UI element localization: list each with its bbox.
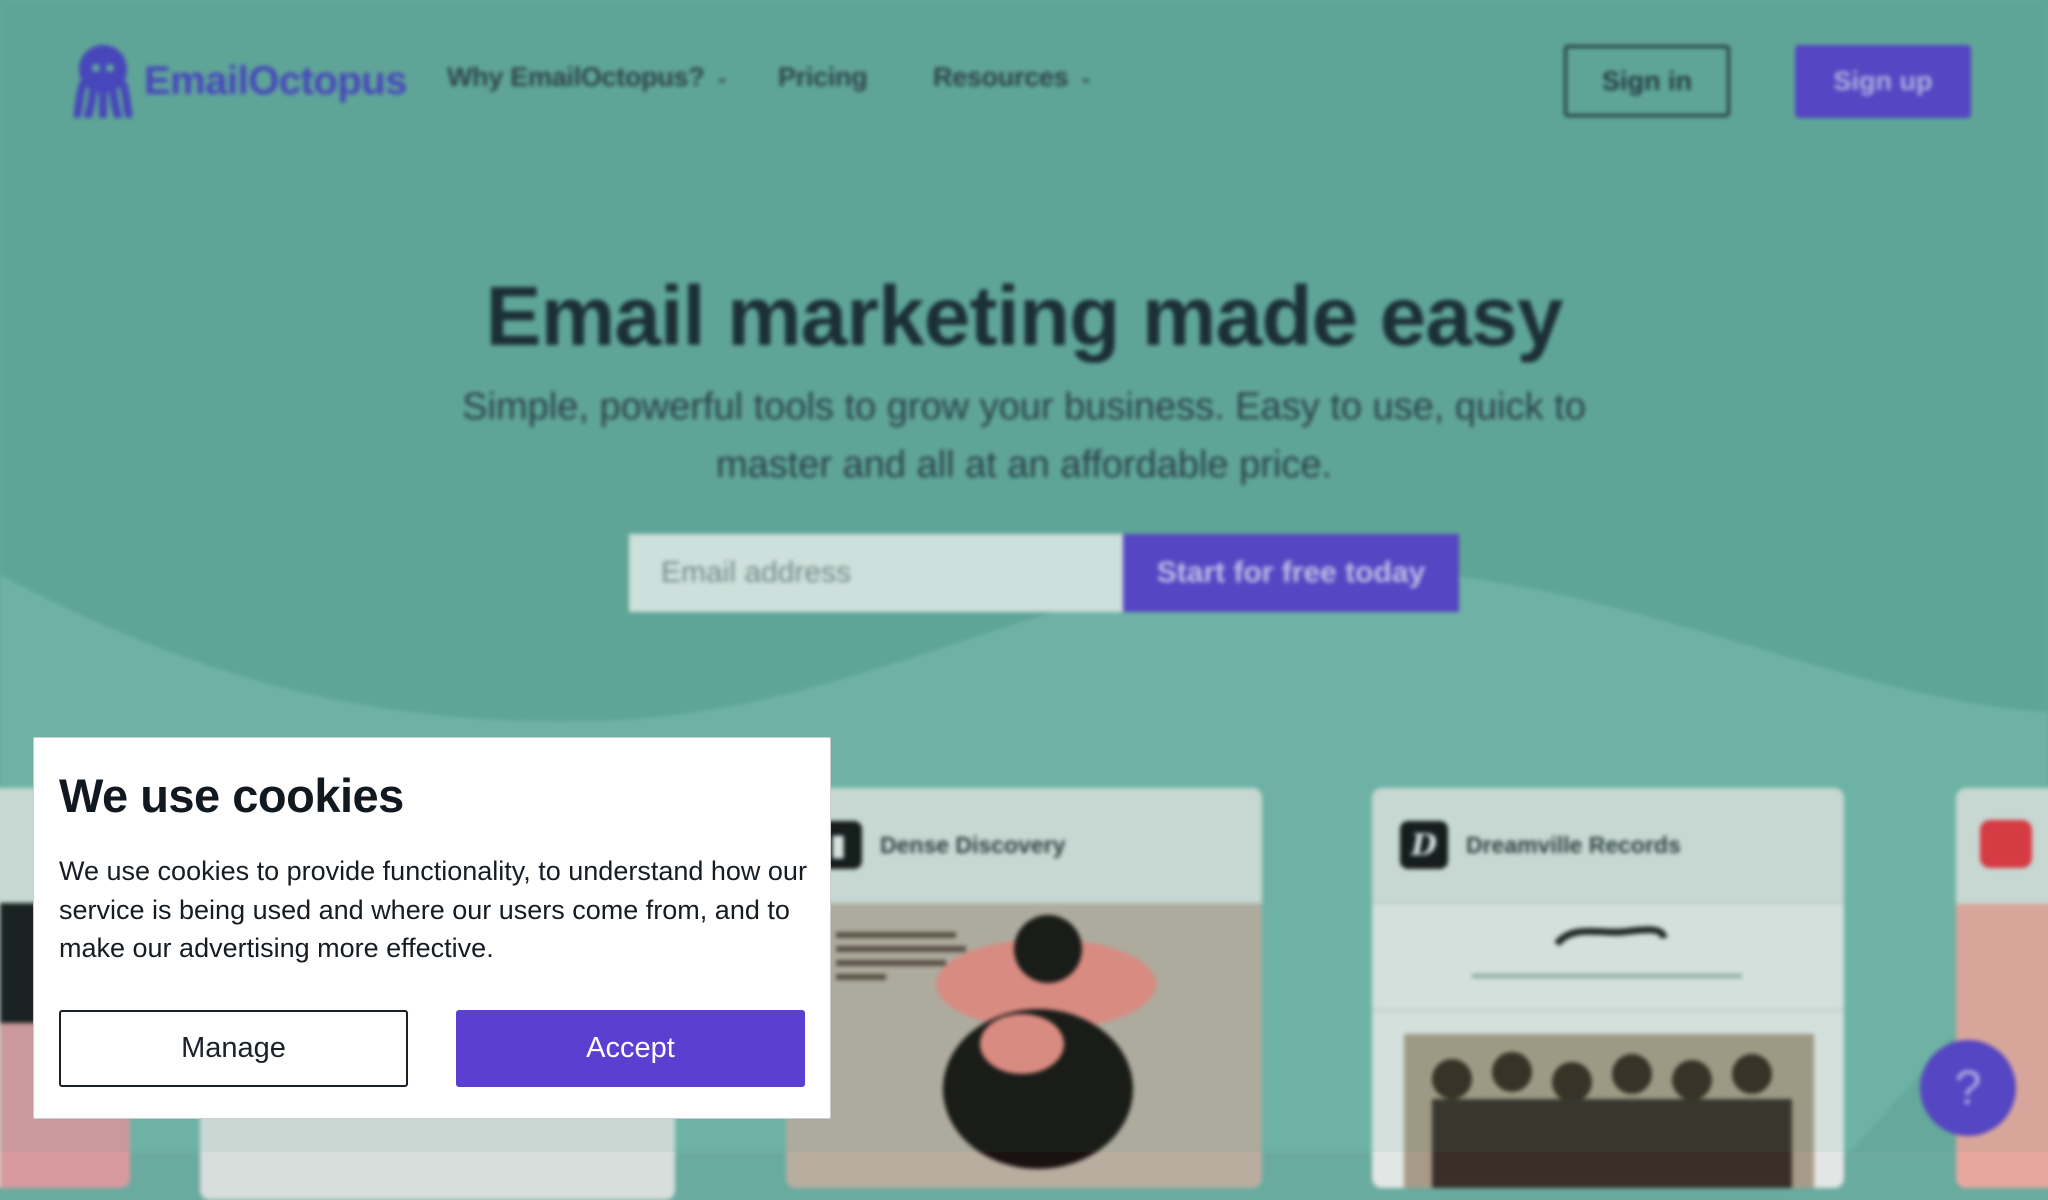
manage-cookies-button[interactable]: Manage [59, 1010, 408, 1087]
cookie-consent-dialog: We use cookies We use cookies to provide… [33, 737, 831, 1119]
cookie-title: We use cookies [59, 769, 404, 822]
accept-cookies-button[interactable]: Accept [456, 1010, 805, 1087]
cookie-description: We use cookies to provide functionality,… [59, 856, 807, 963]
